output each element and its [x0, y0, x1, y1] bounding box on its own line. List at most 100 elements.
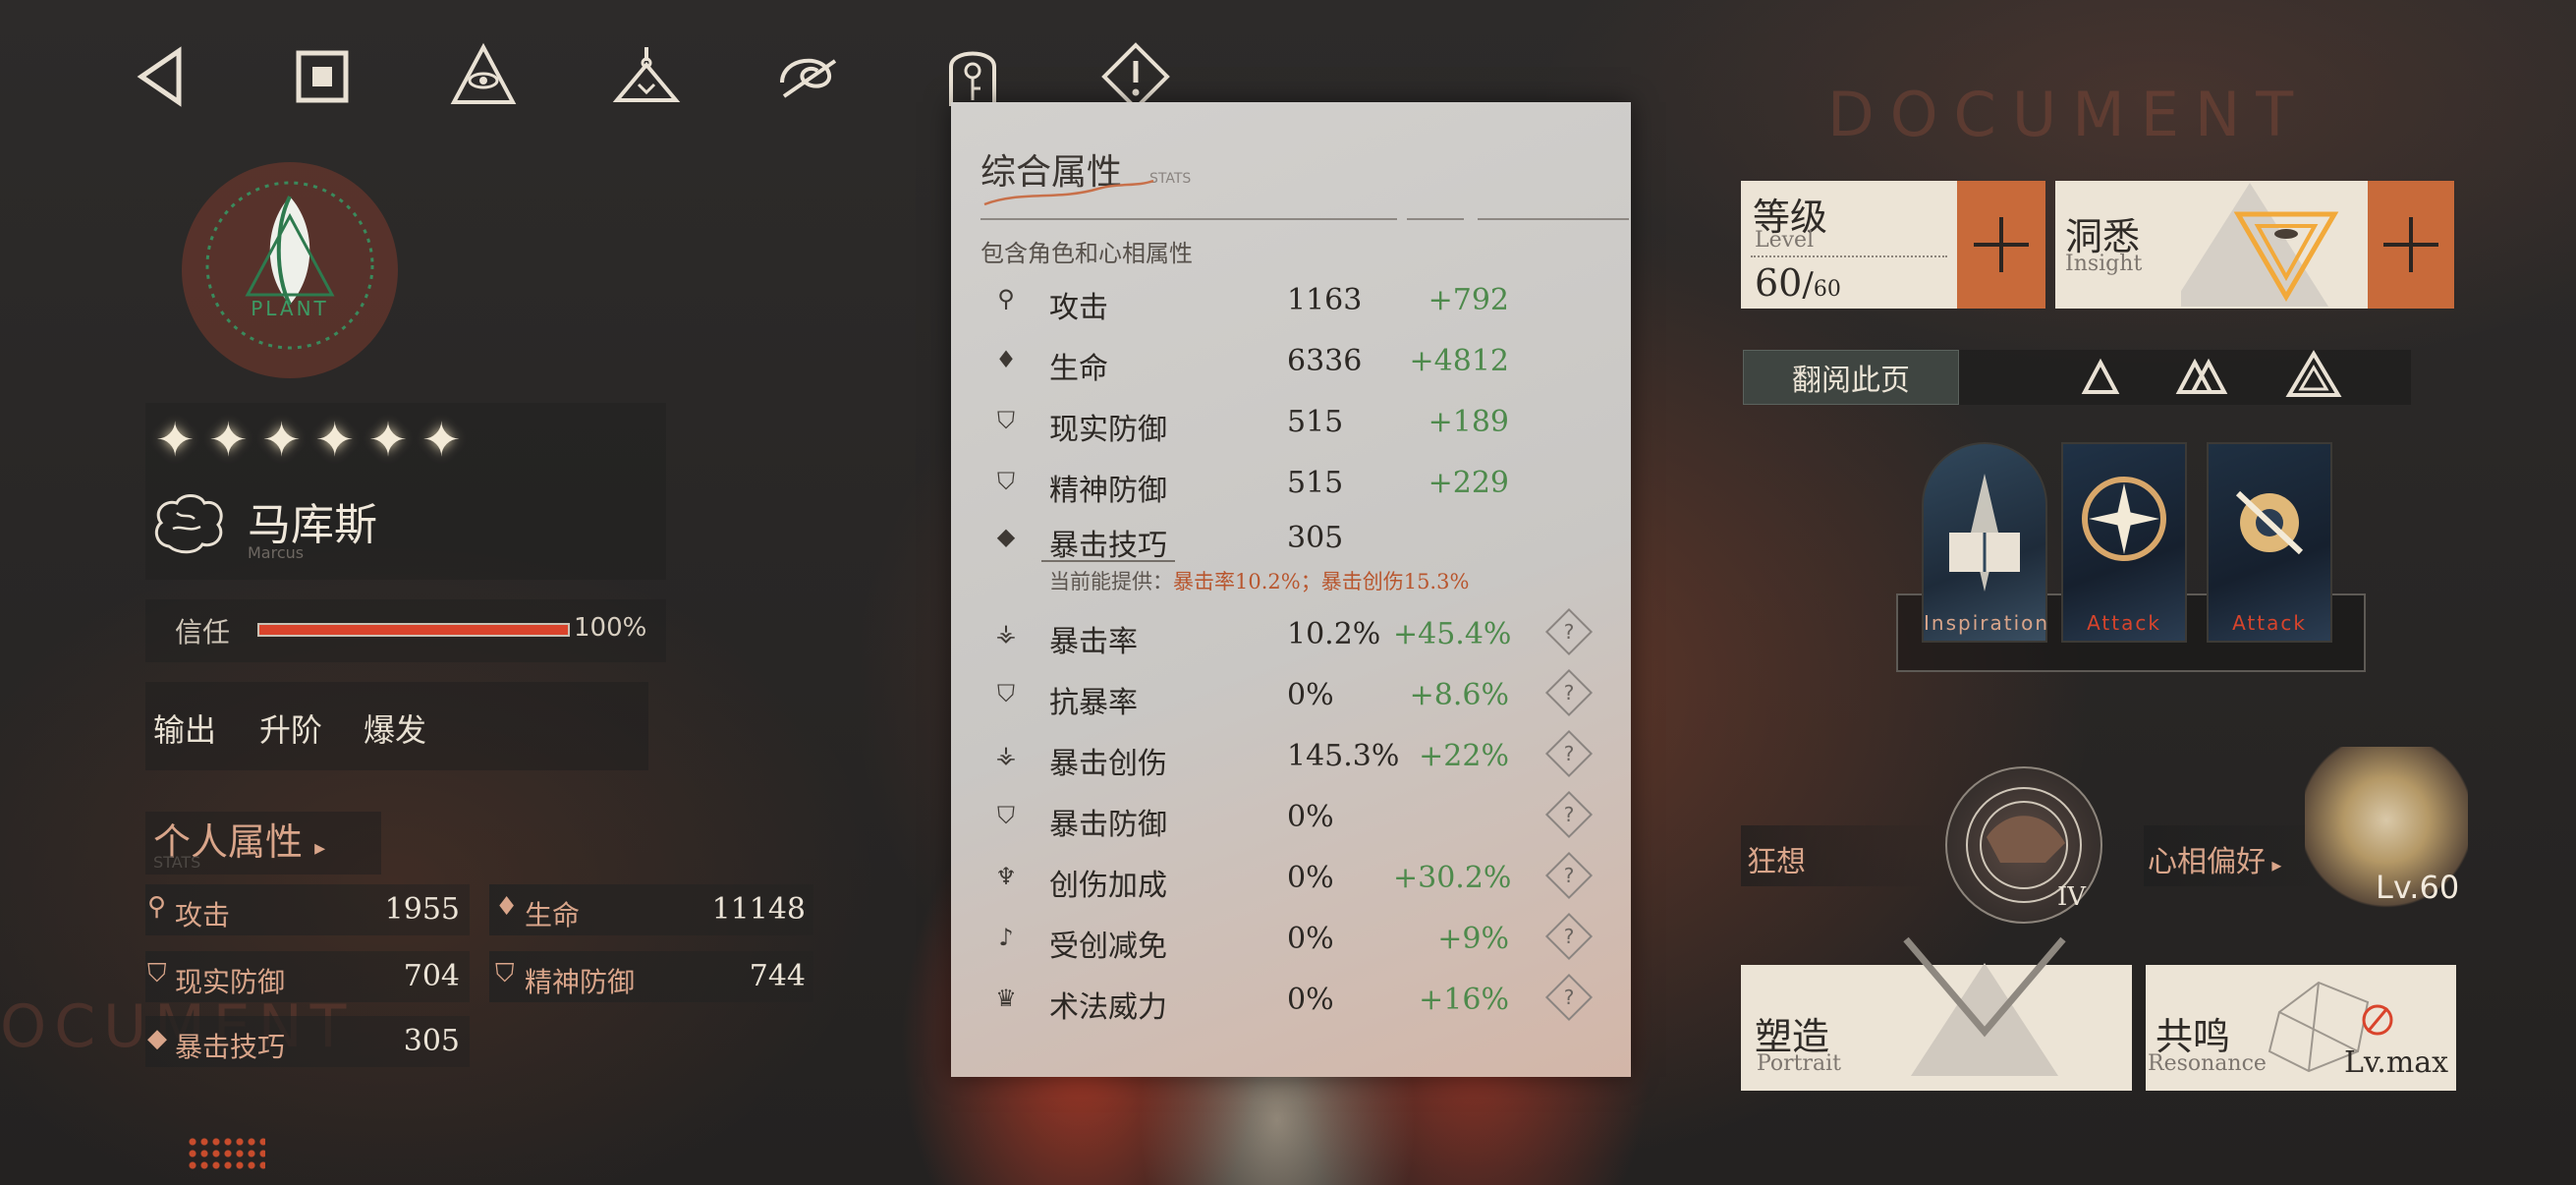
- popup-divider: [1478, 218, 1629, 220]
- stat-label-mental-def: 精神防御: [1049, 474, 1167, 508]
- brain-icon: [149, 489, 228, 558]
- stat-label-ritual-power: 术法威力: [1049, 990, 1167, 1025]
- brush-stroke-decoration: [983, 179, 1154, 206]
- plus-icon: [2383, 217, 2438, 272]
- eye-triangle-icon[interactable]: [446, 39, 521, 114]
- personal-stat-label: 攻击: [175, 899, 231, 931]
- stat-base-crit-dmg: 145.3%: [1287, 739, 1400, 773]
- afflatus-label: PLANT: [251, 297, 329, 320]
- insight-stage-3-icon[interactable]: [2285, 350, 2342, 403]
- personal-stat-label: 精神防御: [525, 966, 636, 998]
- popup-divider: [1407, 218, 1464, 220]
- level-up-button[interactable]: [1957, 181, 2045, 309]
- stat-bonus-dmg-bonus: +30.2%: [1393, 861, 1512, 895]
- reality-def-icon: ⛉: [147, 959, 167, 988]
- help-button[interactable]: ?: [1544, 973, 1594, 1022]
- personal-stat-label: 暴击技巧: [175, 1031, 286, 1063]
- stat-bonus-crit-dmg: +22%: [1419, 739, 1509, 773]
- personal-stats-title-en: STATS: [153, 853, 201, 872]
- tarot-label: Attack: [2232, 611, 2307, 635]
- stat-bonus-crit-resist: +8.6%: [1409, 678, 1509, 712]
- eye-sigil-icon: [2235, 490, 2304, 555]
- level-label-en: Level: [1755, 228, 1815, 253]
- stat-label-crit-rate: 暴击率: [1049, 625, 1138, 659]
- mental-def-icon: ⛉: [495, 959, 515, 988]
- document-watermark: DOCUMENT: [1827, 79, 2310, 150]
- crit-dmg-icon: ⚶: [995, 741, 1017, 768]
- ritual-power-icon: ♛: [995, 985, 1017, 1012]
- rarity-stars: ✦✦✦✦✦✦: [155, 413, 476, 468]
- resonance-level: Lv.max: [2344, 1045, 2449, 1080]
- tarot-label: Attack: [2087, 611, 2161, 635]
- help-button[interactable]: ?: [1544, 912, 1594, 961]
- dmg-bonus-icon: ♆: [995, 863, 1017, 890]
- plant-afflatus-emblem: PLANT: [177, 157, 403, 383]
- help-button[interactable]: ?: [1544, 668, 1594, 717]
- tag-burst: 爆发: [364, 711, 427, 749]
- stats-popup[interactable]: 综合属性 STATS 包含角色和心相属性 ⚲ 攻击 1163 +792 ♦ 生命…: [951, 102, 1631, 1077]
- stat-bonus-reality-def: +189: [1428, 405, 1509, 439]
- crit-tech-icon: ◆: [147, 1024, 167, 1053]
- stat-base-dmg-bonus: 0%: [1287, 861, 1334, 895]
- insight-label-en: Insight: [2065, 252, 2143, 276]
- stat-label-reality-def: 现实防御: [1049, 413, 1167, 447]
- stat-label-crit-resist: 抗暴率: [1049, 686, 1138, 720]
- stat-label-health: 生命: [1049, 352, 1108, 386]
- stat-label-crit-tech: 暴击技巧: [1049, 529, 1167, 563]
- personal-stat-label: 生命: [525, 899, 581, 931]
- personal-stat-value: 704: [403, 959, 460, 993]
- help-button[interactable]: ?: [1544, 851, 1594, 900]
- portrait-label-en: Portrait: [1757, 1051, 1842, 1076]
- crit-tech-icon: ◆: [996, 523, 1016, 550]
- dmg-taken-reduction-icon: ♪: [998, 924, 1014, 951]
- stat-base-crit-tech: 305: [1287, 521, 1344, 555]
- stat-bonus-dmg-reduction: +9%: [1437, 922, 1509, 956]
- health-icon: ♦: [495, 892, 519, 922]
- stat-base-dmg-reduction: 0%: [1287, 922, 1334, 956]
- stat-base-health: 6336: [1287, 344, 1363, 378]
- dots-decoration: [187, 1136, 265, 1171]
- help-button[interactable]: ?: [1544, 790, 1594, 839]
- personal-stat-value: 11148: [711, 892, 806, 927]
- browse-page-label: 翻阅此页: [1792, 364, 1910, 398]
- crit-tech-note: 当前能提供：暴击率10.2%；暴击创伤15.3%: [1049, 570, 1470, 593]
- book-icon: [1949, 474, 2020, 592]
- insight-triangle-icon: [2171, 183, 2378, 310]
- flask-icon[interactable]: [609, 39, 684, 114]
- compass-star-icon: [2082, 477, 2166, 561]
- stat-base-mental-def: 515: [1287, 466, 1344, 500]
- help-button[interactable]: ?: [1544, 607, 1594, 656]
- character-name-en: Marcus: [248, 543, 305, 562]
- popup-description: 包含角色和心相属性: [980, 240, 1193, 267]
- stat-base-crit-def: 0%: [1287, 800, 1334, 834]
- attack-icon: ⚲: [997, 285, 1015, 312]
- stat-base-attack: 1163: [1287, 283, 1363, 317]
- psychube-pref-label: 心相偏好 ▸: [2148, 845, 2282, 879]
- stop-square-icon[interactable]: [285, 39, 360, 114]
- back-triangle-icon[interactable]: [124, 39, 198, 114]
- insight-stage-1-icon[interactable]: [2081, 358, 2120, 401]
- stat-bonus-ritual-power: +16%: [1419, 983, 1509, 1017]
- insight-stage-2-icon[interactable]: [2175, 358, 2228, 401]
- insight-up-button[interactable]: [2368, 181, 2454, 309]
- tarot-card-attack-2[interactable]: Attack: [2207, 442, 2332, 643]
- help-button[interactable]: ?: [1544, 729, 1594, 778]
- swirl-icon[interactable]: [772, 39, 847, 114]
- euphoria-label: 狂想: [1747, 845, 1806, 879]
- tarot-card-inspiration[interactable]: Inspiration: [1922, 442, 2047, 643]
- psychube-level: Lv.60: [2376, 869, 2460, 906]
- personal-stat-value: 1955: [384, 892, 460, 927]
- popup-divider: [980, 218, 1397, 220]
- stat-bonus-attack: +792: [1428, 283, 1509, 317]
- trust-label: 信任: [175, 616, 231, 649]
- crit-rate-icon: ⚶: [995, 619, 1017, 647]
- attack-icon: ⚲: [147, 892, 167, 922]
- personal-stat-value: 744: [749, 959, 806, 993]
- level-value: 60/60: [1755, 261, 1841, 305]
- stat-label-attack: 攻击: [1049, 291, 1108, 325]
- level-divider: [1751, 255, 1947, 257]
- resonance-label-en: Resonance: [2148, 1051, 2267, 1076]
- trust-value: 100%: [574, 613, 647, 643]
- tarot-card-attack-1[interactable]: Attack: [2061, 442, 2187, 643]
- tarot-label: Inspiration: [1924, 611, 2050, 635]
